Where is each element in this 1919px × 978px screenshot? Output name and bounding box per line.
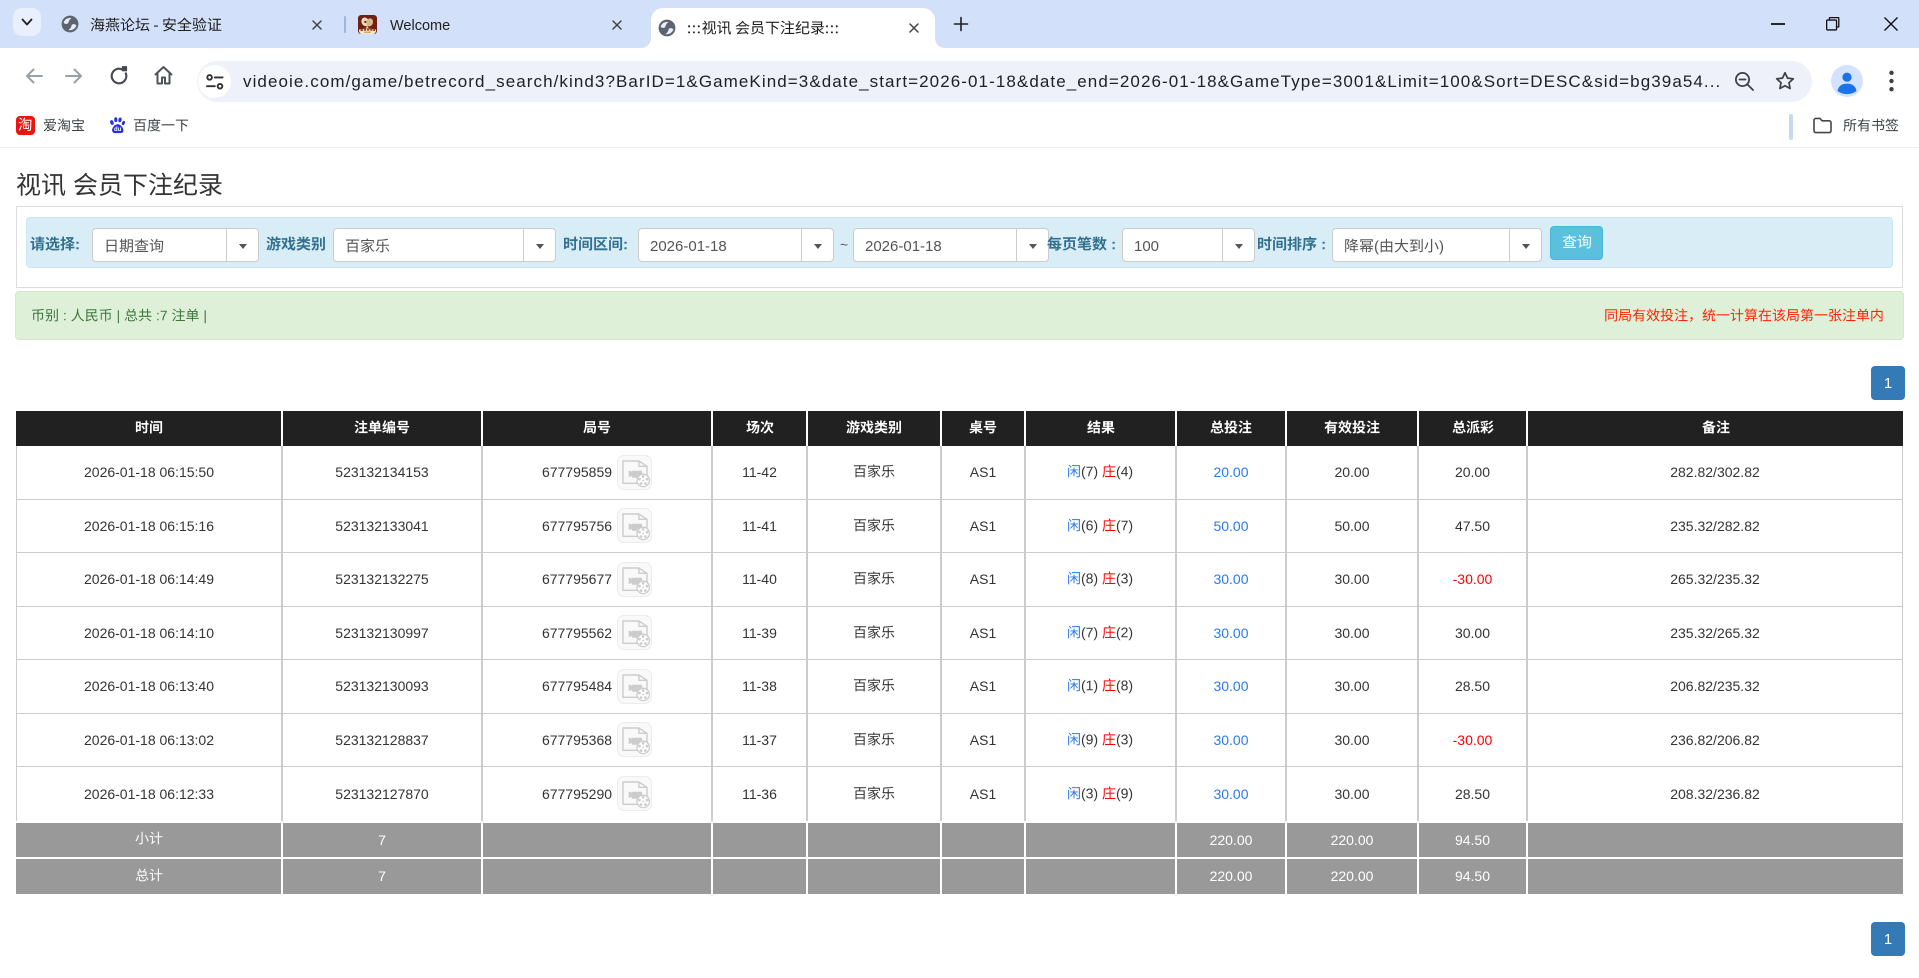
svg-text:du: du: [114, 127, 122, 133]
